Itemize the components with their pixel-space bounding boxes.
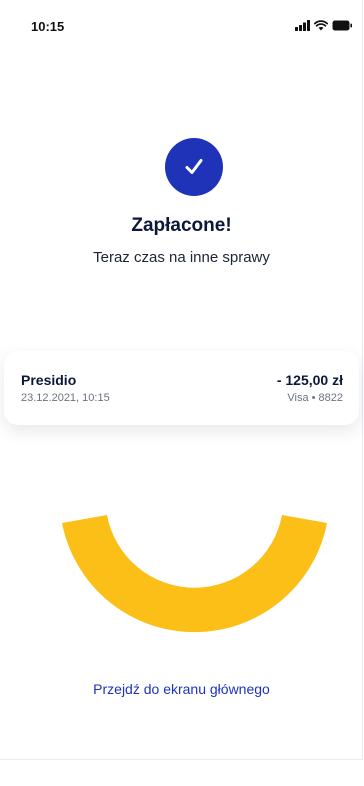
transaction-amount: - 125,00 zł (276, 372, 343, 388)
wifi-icon (314, 20, 328, 31)
confirmation-subtitle: Teraz czas na inne sprawy (93, 249, 270, 266)
phone-screen: 10:15 Zapłacone! Teraz czas na inne spra… (0, 0, 363, 760)
status-icons (295, 20, 352, 31)
payment-card-info: Visa • 8822 (287, 392, 343, 404)
transaction-date: 23.12.2021, 10:15 (21, 392, 110, 404)
success-badge (165, 138, 223, 196)
status-time: 10:15 (31, 19, 65, 34)
merchant-name: Presidio (21, 372, 77, 388)
confirmation-title: Zapłacone! (131, 215, 232, 236)
battery-icon (332, 20, 352, 31)
smile-arc-illustration (62, 515, 327, 633)
transaction-card: Presidio 23.12.2021, 10:15 - 125,00 zł V… (4, 351, 359, 425)
check-icon (185, 159, 203, 174)
go-to-home-link[interactable]: Przejdź do ekranu głównego (0, 681, 363, 697)
signal-icon (295, 20, 310, 31)
status-bar: 10:15 (0, 0, 362, 46)
